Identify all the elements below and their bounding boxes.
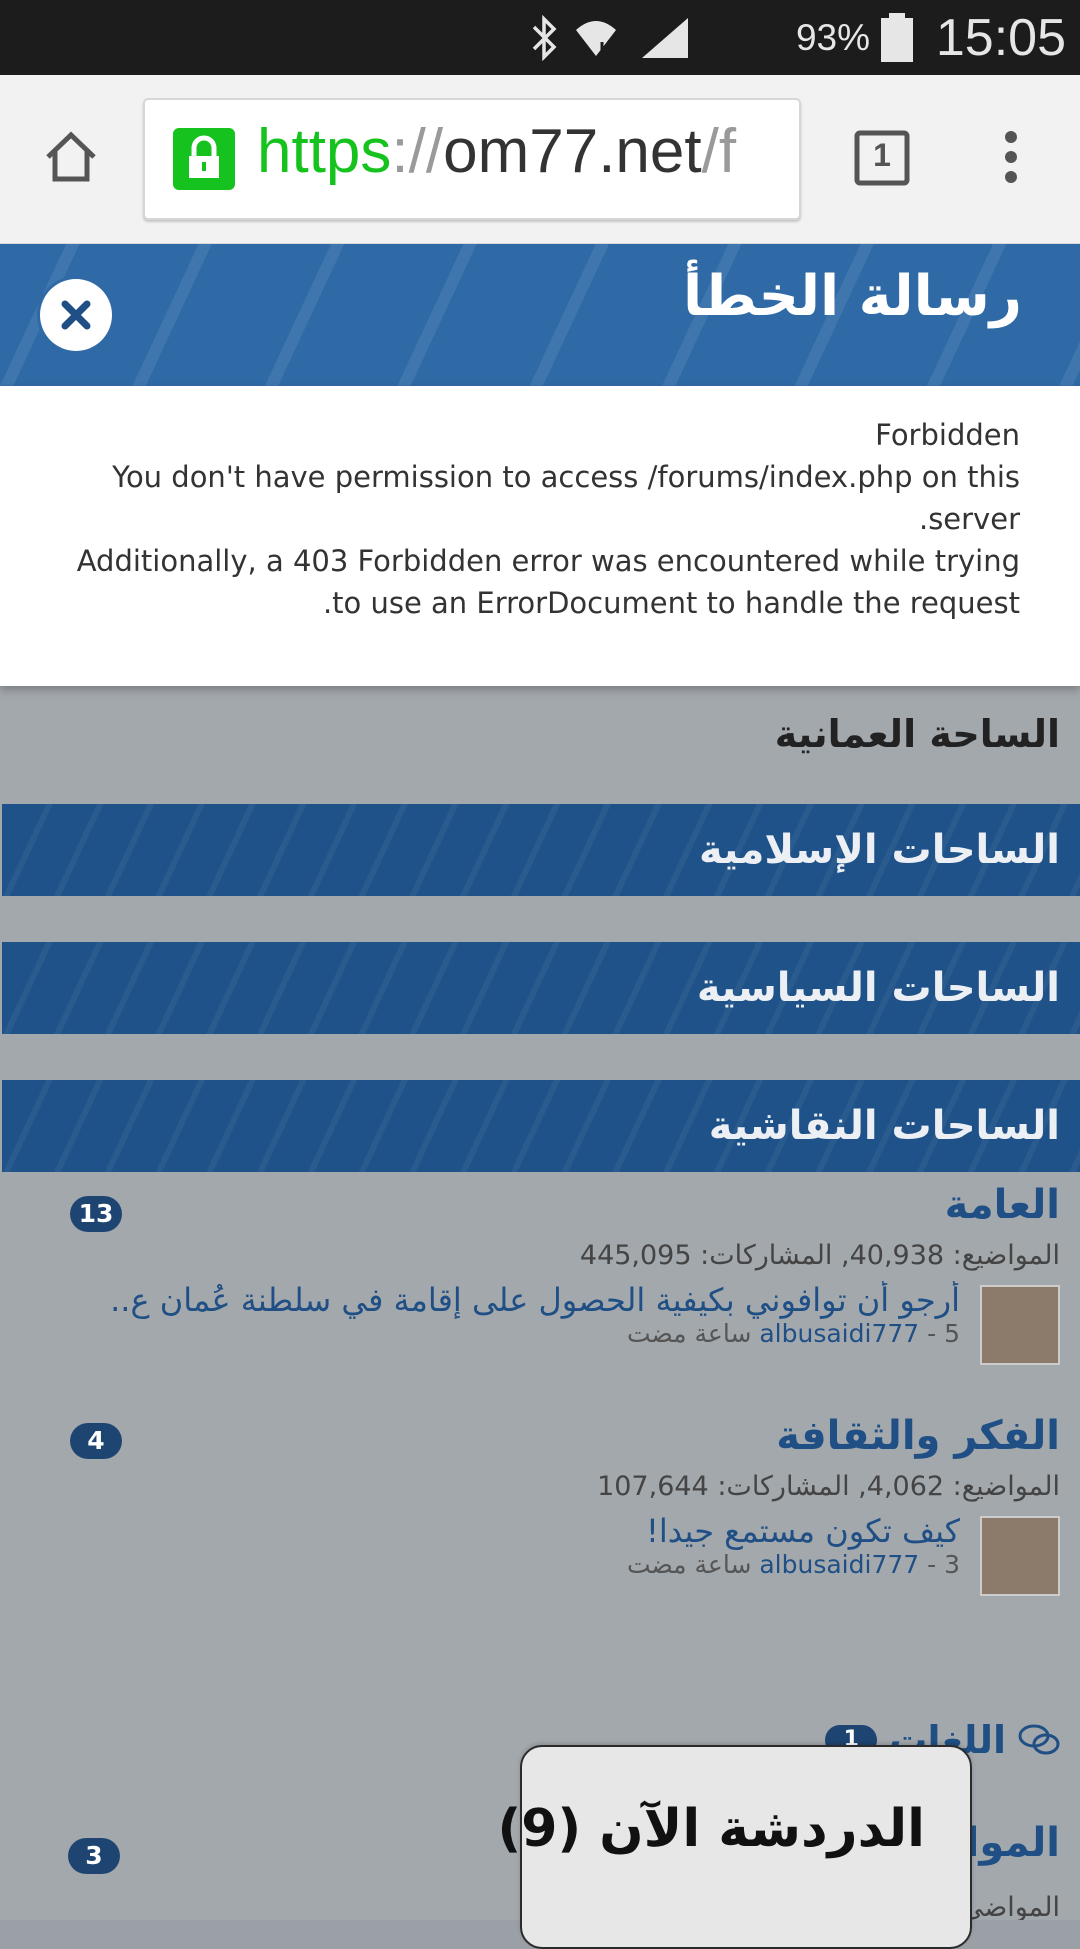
url-host: om77.net bbox=[443, 117, 702, 186]
last-post-title[interactable]: كيف تكون مستمع جيدا! bbox=[22, 1512, 960, 1550]
url-text: https://om77.net/f bbox=[257, 116, 736, 187]
forum-stats: المواضيع: 40,938, المشاركات: 445,095 bbox=[579, 1240, 1060, 1271]
forum-stats: المواضي bbox=[961, 1892, 1060, 1920]
chat-bubbles-icon bbox=[1018, 1724, 1060, 1755]
forum-item[interactable]: 4 الفكر والثقافة المواضيع: 4,062, المشار… bbox=[2, 1403, 1080, 1604]
forum-badge: 3 bbox=[68, 1838, 120, 1874]
signal-icon bbox=[640, 0, 690, 75]
error-heading: Forbidden bbox=[875, 418, 1020, 452]
forum-title[interactable]: الفكر والثقافة bbox=[22, 1413, 1060, 1459]
close-button[interactable] bbox=[40, 279, 112, 351]
category-discussion[interactable]: الساحات النقاشية bbox=[2, 1080, 1080, 1172]
battery-icon bbox=[879, 0, 915, 75]
error-line: Additionally, a 403 Forbidden error was … bbox=[76, 544, 1020, 620]
lock-icon bbox=[173, 128, 235, 190]
home-icon[interactable] bbox=[42, 129, 100, 189]
forum-badge: 13 bbox=[70, 1196, 122, 1232]
section-title[interactable]: الساحة العمانية bbox=[2, 688, 1080, 780]
url-scheme: https bbox=[257, 117, 392, 186]
last-post-author[interactable]: albusaidi777 bbox=[759, 1319, 919, 1348]
chat-now-button[interactable]: الدردشة الآن (9) bbox=[497, 1745, 972, 1949]
last-post-author[interactable]: albusaidi777 bbox=[759, 1550, 919, 1579]
address-bar[interactable]: https://om77.net/f bbox=[143, 98, 801, 220]
last-post-title[interactable]: أرجو أن توافوني بكيفية الحصول على إقامة … bbox=[22, 1281, 960, 1319]
error-dialog-header: رسالة الخطأ bbox=[0, 244, 1080, 386]
last-post[interactable]: أرجو أن توافوني بكيفية الحصول على إقامة … bbox=[22, 1281, 1060, 1365]
url-separator: :// bbox=[391, 117, 444, 186]
category-political[interactable]: الساحات السياسية bbox=[2, 942, 1080, 1034]
avatar bbox=[980, 1285, 1060, 1365]
forum-item[interactable]: 13 العامة المواضيع: 40,938, المشاركات: 4… bbox=[2, 1172, 1080, 1373]
tab-switcher-button[interactable]: 1 bbox=[853, 129, 911, 191]
forum-title[interactable]: العامة bbox=[22, 1182, 1060, 1228]
browser-toolbar: https://om77.net/f 1 bbox=[0, 75, 1080, 244]
wifi-icon bbox=[572, 0, 620, 75]
forum-badge: 4 bbox=[70, 1423, 122, 1459]
bluetooth-icon bbox=[530, 0, 560, 75]
tab-count: 1 bbox=[873, 137, 891, 173]
clock: 15:05 bbox=[935, 8, 1066, 67]
url-path: /f bbox=[701, 117, 737, 186]
avatar bbox=[980, 1516, 1060, 1596]
close-icon bbox=[50, 289, 102, 341]
last-post-meta: albusaidi777 - 5 ساعة مضت bbox=[626, 1319, 960, 1348]
category-islamic[interactable]: الساحات الإسلامية bbox=[2, 804, 1080, 896]
dialog-title: رسالة الخطأ bbox=[683, 264, 1022, 329]
forum-title[interactable]: الموا bbox=[966, 1820, 1060, 1866]
status-bar: 93% 15:05 bbox=[0, 0, 1080, 75]
menu-icon[interactable] bbox=[1000, 129, 1022, 189]
last-post[interactable]: كيف تكون مستمع جيدا! albusaidi777 - 3 سا… bbox=[22, 1512, 1060, 1596]
error-dialog-body: Forbidden You don't have permission to a… bbox=[0, 386, 1080, 686]
battery-percent: 93% bbox=[795, 16, 870, 58]
last-post-meta: albusaidi777 - 3 ساعة مضت bbox=[626, 1550, 960, 1579]
chat-label: الدردشة الآن (9) bbox=[497, 1799, 925, 1859]
error-line: You don't have permission to access /for… bbox=[112, 460, 1020, 536]
forum-stats: المواضيع: 4,062, المشاركات: 107,644 bbox=[597, 1471, 1060, 1502]
